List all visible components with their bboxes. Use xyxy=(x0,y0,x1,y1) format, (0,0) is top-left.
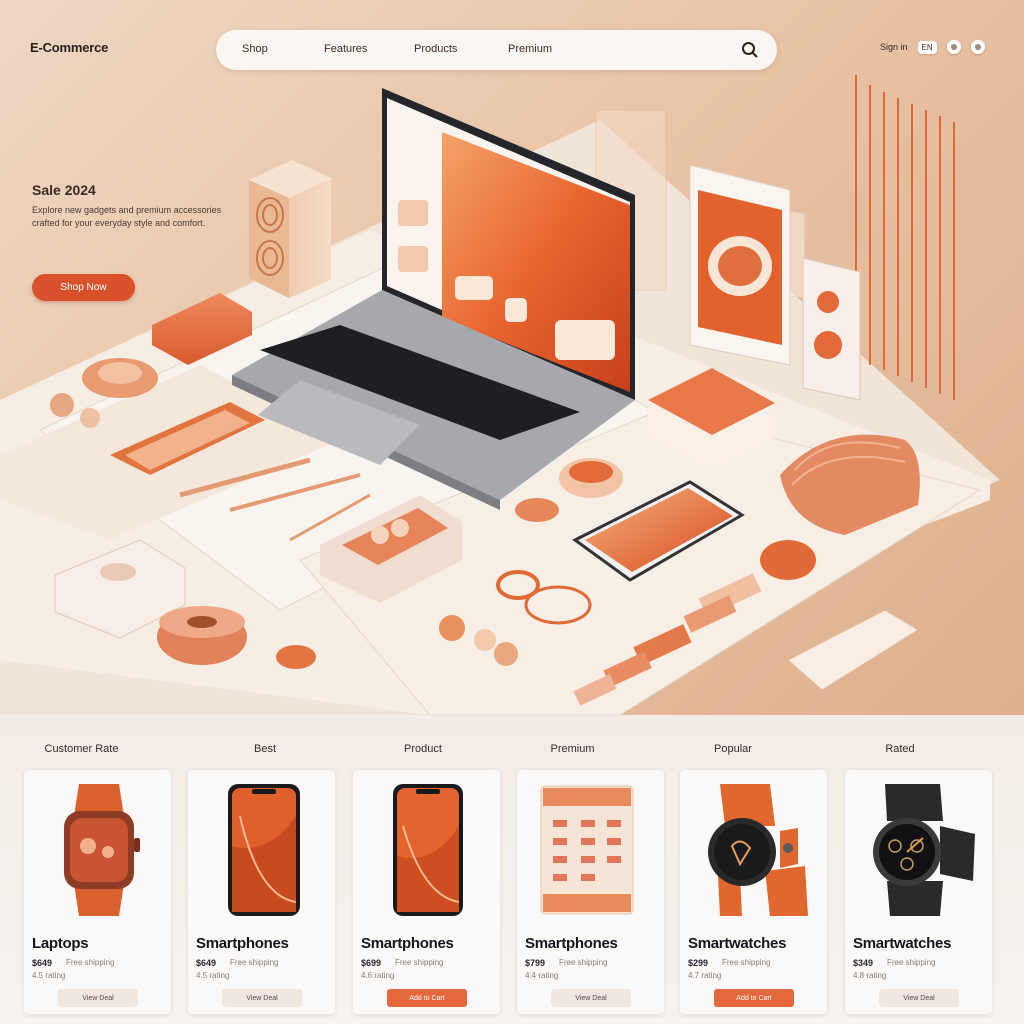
site-logo[interactable]: E-Commerce xyxy=(30,40,108,55)
category-label-product[interactable]: Product xyxy=(368,743,478,755)
product-name: Smartwatches xyxy=(688,935,787,952)
product-meta: Free shipping xyxy=(559,958,608,967)
product-meta: Free shipping xyxy=(722,958,771,967)
product-card[interactable]: Smartphones $649 Free shipping 4.5 ratin… xyxy=(188,770,335,1014)
product-price: $649 xyxy=(196,958,217,968)
product-name: Smartwatches xyxy=(853,935,952,952)
product-rating: 4.8 rating xyxy=(853,971,887,980)
product-card[interactable]: Laptops $649 Free shipping 4.5 rating Vi… xyxy=(24,770,171,1014)
product-card[interactable]: Smartwatches $349 Free shipping 4.8 rati… xyxy=(845,770,992,1014)
search-icon[interactable] xyxy=(741,41,759,59)
product-price: $349 xyxy=(853,958,874,968)
shop-now-button[interactable]: Shop Now xyxy=(32,274,135,301)
header-utilities: Sign in EN xyxy=(880,40,985,54)
product-section: Customer Rate Best Product Premium Popul… xyxy=(0,715,1024,1024)
category-label-popular[interactable]: Popular xyxy=(678,743,788,755)
product-name: Smartphones xyxy=(525,935,618,952)
product-box-image xyxy=(540,785,634,915)
category-label-best[interactable]: Best xyxy=(210,743,320,755)
nav-link-shop[interactable]: Shop xyxy=(242,43,268,55)
add-to-cart-button[interactable]: Add to Cart xyxy=(387,989,467,1007)
product-price: $649 xyxy=(32,958,53,968)
product-card[interactable]: Smartphones $699 Free shipping 4.6 ratin… xyxy=(353,770,500,1014)
smartphone-orange-image xyxy=(393,784,463,916)
smartphone-orange-image xyxy=(228,784,300,916)
standing-device xyxy=(802,257,861,401)
nav-link-premium[interactable]: Premium xyxy=(508,43,552,55)
nav-link-features[interactable]: Features xyxy=(324,43,367,55)
product-rating: 4.5 rating xyxy=(196,971,230,980)
product-name: Smartphones xyxy=(196,935,289,952)
poster-frame xyxy=(689,164,791,366)
hero-section: E-Commerce Shop Features Products Premiu… xyxy=(0,0,1024,715)
view-deal-button[interactable]: View Deal xyxy=(58,989,138,1007)
top-nav-bar: Shop Features Products Premium xyxy=(216,30,777,70)
hero-description: Explore new gadgets and premium accessor… xyxy=(32,205,222,228)
category-label-rated[interactable]: Rated xyxy=(845,743,955,755)
view-deal-button[interactable]: View Deal xyxy=(879,989,959,1007)
category-label-customer-rate[interactable]: Customer Rate xyxy=(24,743,139,755)
view-deal-button[interactable]: View Deal xyxy=(551,989,631,1007)
wooden-speaker xyxy=(249,160,331,298)
product-name: Laptops xyxy=(32,935,89,952)
nav-link-products[interactable]: Products xyxy=(414,43,457,55)
product-card[interactable]: Smartwatches $299 Free shipping 4.7 rati… xyxy=(680,770,827,1014)
hero-title: Sale 2024 xyxy=(32,182,96,198)
product-card[interactable]: Smartphones $799 Free shipping 4.4 ratin… xyxy=(517,770,664,1014)
category-label-premium[interactable]: Premium xyxy=(515,743,630,755)
view-deal-button[interactable]: View Deal xyxy=(222,989,302,1007)
product-name: Smartphones xyxy=(361,935,454,952)
sign-in-link[interactable]: Sign in xyxy=(880,42,908,52)
product-scene-illustration xyxy=(0,75,1000,715)
smartwatch-sport-image xyxy=(708,784,808,916)
decorative-bars xyxy=(855,75,955,400)
smartwatch-black-image xyxy=(873,784,975,916)
user-icon[interactable] xyxy=(970,40,985,54)
product-rating: 4.7 rating xyxy=(688,971,722,980)
product-rating: 4.5 rating xyxy=(32,971,66,980)
smartwatch-orange-image xyxy=(64,784,140,916)
product-meta: Free shipping xyxy=(887,958,936,967)
language-badge[interactable]: EN xyxy=(917,40,937,54)
product-meta: Free shipping xyxy=(395,958,444,967)
product-price: $299 xyxy=(688,958,709,968)
product-meta: Free shipping xyxy=(230,958,279,967)
product-price: $699 xyxy=(361,958,382,968)
product-price: $799 xyxy=(525,958,546,968)
product-rating: 4.6 rating xyxy=(361,971,395,980)
globe-icon[interactable] xyxy=(946,40,961,54)
product-meta: Free shipping xyxy=(66,958,115,967)
product-rating: 4.4 rating xyxy=(525,971,559,980)
add-to-cart-button[interactable]: Add to Cart xyxy=(714,989,794,1007)
